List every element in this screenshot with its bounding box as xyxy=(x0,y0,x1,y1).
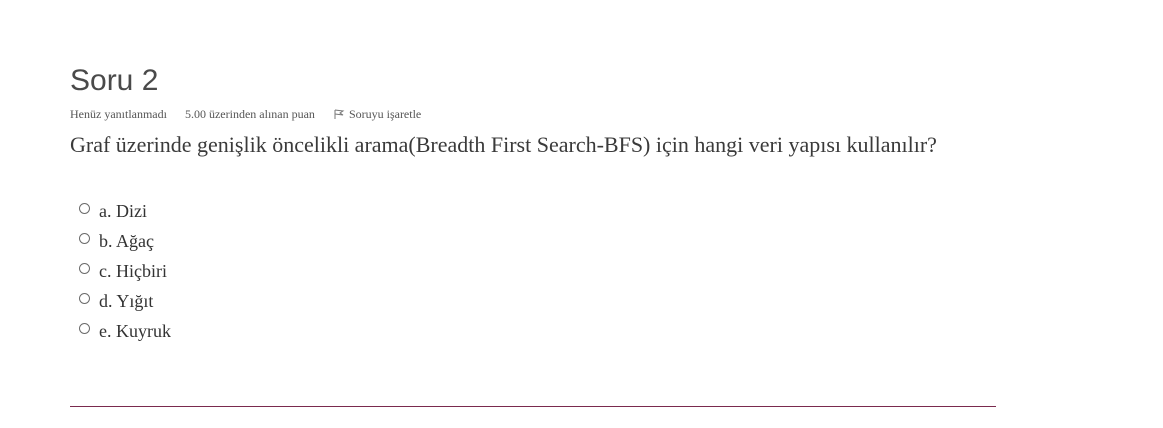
answer-option-c[interactable]: c. Hiçbiri xyxy=(79,256,996,286)
flag-question-label: Soruyu işaretle xyxy=(348,107,422,121)
answer-option-b[interactable]: b. Ağaç xyxy=(79,226,996,256)
question-title: Soru 2 xyxy=(70,64,159,97)
section-divider xyxy=(70,406,996,407)
answer-label: a. Dizi xyxy=(99,200,147,221)
question-status: Henüz yanıtlanmadı xyxy=(70,107,167,121)
question-block: Soru 2 Henüz yanıtlanmadı 5.00 üzerinden… xyxy=(70,62,996,346)
radio-button[interactable] xyxy=(79,322,90,334)
answer-label: b. Ağaç xyxy=(99,230,154,251)
radio-button[interactable] xyxy=(79,202,90,214)
answer-list: a. Dizi b. Ağaç c. Hiçbiri d. Yığıt e. K… xyxy=(70,196,996,346)
radio-button[interactable] xyxy=(79,232,90,244)
answer-label: e. Kuyruk xyxy=(99,320,171,341)
answer-option-d[interactable]: d. Yığıt xyxy=(79,286,996,316)
answer-option-a[interactable]: a. Dizi xyxy=(79,196,996,226)
flag-icon xyxy=(333,108,345,120)
answer-option-e[interactable]: e. Kuyruk xyxy=(79,316,996,346)
flag-question-button[interactable]: Soruyu işaretle xyxy=(333,106,421,122)
question-text: Graf üzerinde genişlik öncelikli arama(B… xyxy=(70,132,937,157)
question-meta: Henüz yanıtlanmadı 5.00 üzerinden alınan… xyxy=(70,106,996,122)
radio-button[interactable] xyxy=(79,262,90,274)
radio-button[interactable] xyxy=(79,292,90,304)
question-grade: 5.00 üzerinden alınan puan xyxy=(184,107,315,121)
answer-label: d. Yığıt xyxy=(99,290,154,311)
answer-label: c. Hiçbiri xyxy=(99,260,167,281)
